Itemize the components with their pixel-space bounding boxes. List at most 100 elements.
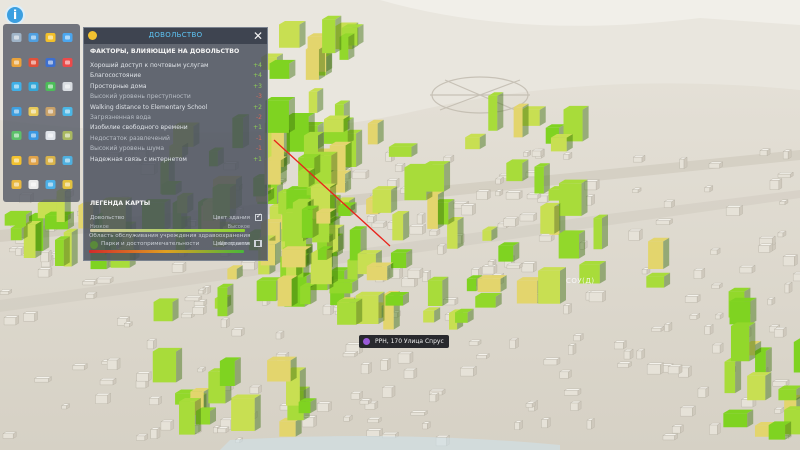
grey-building bbox=[650, 325, 665, 332]
landmark-icon[interactable] bbox=[10, 105, 23, 118]
unique-building-icon[interactable] bbox=[61, 105, 74, 118]
grey-building bbox=[558, 369, 573, 379]
grey-building bbox=[81, 279, 98, 286]
tooltip-text: PPH, 170 Улица Спрус bbox=[375, 338, 444, 345]
grey-building bbox=[14, 246, 25, 256]
grey-building bbox=[708, 422, 722, 435]
grey-building bbox=[506, 262, 524, 269]
happiness-colored-building bbox=[338, 202, 357, 216]
happiness-colored-building bbox=[455, 308, 474, 323]
police-icon[interactable] bbox=[44, 56, 57, 69]
happiness-colored-building bbox=[267, 356, 297, 382]
legend-happiness: Довольство Цвет здания Низкое Высокое bbox=[90, 212, 262, 235]
factor-row: Недостаток развлечений -1 bbox=[90, 135, 262, 145]
happiness-colored-building bbox=[724, 358, 742, 394]
grey-building bbox=[777, 230, 787, 238]
health-icon[interactable] bbox=[61, 56, 74, 69]
grey-building bbox=[782, 254, 799, 267]
area-icon[interactable] bbox=[27, 129, 40, 142]
grey-building bbox=[636, 348, 646, 360]
grey-building bbox=[409, 224, 427, 235]
happiness-icon[interactable] bbox=[10, 154, 23, 167]
grey-building bbox=[562, 303, 573, 315]
legend-happiness-checkbox[interactable] bbox=[255, 212, 262, 221]
grey-building bbox=[526, 192, 542, 200]
factor-row: Загрязненная вода -2 bbox=[90, 114, 262, 124]
population-icon[interactable] bbox=[27, 178, 40, 191]
factor-value: -1 bbox=[256, 145, 262, 153]
grey-building bbox=[160, 419, 175, 431]
happiness-colored-building bbox=[298, 167, 315, 188]
factor-row: Walking distance to Elementary School +2 bbox=[90, 104, 262, 114]
grey-building bbox=[540, 417, 552, 429]
happiness-colored-building bbox=[747, 372, 772, 401]
zoning-icon[interactable] bbox=[27, 31, 40, 44]
tourism-icon[interactable] bbox=[10, 178, 23, 191]
grey-building bbox=[655, 218, 674, 225]
grey-building bbox=[586, 418, 596, 430]
factor-name: Изобилие свободного времени bbox=[90, 124, 188, 132]
parks-icon[interactable] bbox=[44, 80, 57, 93]
grey-building bbox=[0, 289, 13, 295]
grey-building bbox=[148, 396, 163, 406]
traffic-icon[interactable] bbox=[27, 154, 40, 167]
electricity-icon[interactable] bbox=[44, 31, 57, 44]
noise-icon[interactable] bbox=[44, 154, 57, 167]
grey-building bbox=[316, 401, 333, 412]
building-tooltip[interactable]: PPH, 170 Улица Спрус bbox=[359, 335, 449, 348]
road-icon[interactable] bbox=[10, 31, 23, 44]
chart-icon[interactable] bbox=[27, 105, 40, 118]
water-icon[interactable] bbox=[61, 31, 74, 44]
grey-building bbox=[40, 249, 52, 263]
district-icon[interactable] bbox=[10, 129, 23, 142]
fire-icon[interactable] bbox=[27, 56, 40, 69]
legend-service-checkbox[interactable] bbox=[254, 240, 261, 247]
happiness-colored-building bbox=[475, 292, 502, 308]
info-button[interactable]: i bbox=[5, 5, 25, 25]
grey-building bbox=[632, 154, 646, 163]
tools-icon[interactable] bbox=[61, 80, 74, 93]
happiness-colored-building bbox=[730, 322, 756, 362]
grey-building bbox=[569, 400, 582, 411]
education-icon[interactable] bbox=[10, 80, 23, 93]
grey-building bbox=[94, 392, 112, 405]
happiness-colored-building bbox=[367, 119, 384, 145]
grey-building bbox=[792, 271, 800, 282]
panel-header[interactable]: ДОВОЛЬСТВО ✕ bbox=[84, 28, 267, 44]
happiness-colored-building bbox=[322, 15, 342, 54]
grey-building bbox=[703, 185, 714, 193]
terrain-icon[interactable] bbox=[44, 105, 57, 118]
grey-building bbox=[679, 405, 697, 417]
transport-icon[interactable] bbox=[27, 80, 40, 93]
grey-building bbox=[33, 376, 53, 383]
pollution-icon[interactable] bbox=[61, 129, 74, 142]
happiness-colored-building bbox=[392, 210, 410, 241]
grey-building bbox=[342, 351, 359, 358]
happiness-colored-building bbox=[498, 242, 520, 262]
legend-happiness-color-label: Цвет здания bbox=[212, 215, 250, 221]
grey-building bbox=[37, 267, 53, 278]
factor-value: +1 bbox=[253, 124, 262, 132]
happiness-panel: ДОВОЛЬСТВО ✕ ФАКТОРЫ, ВЛИЯЮЩИЕ НА ДОВОЛЬ… bbox=[83, 27, 268, 261]
resource-icon[interactable] bbox=[61, 154, 74, 167]
grey-building bbox=[782, 149, 792, 160]
grey-building bbox=[231, 327, 246, 337]
close-button[interactable]: ✕ bbox=[253, 28, 263, 44]
grey-building bbox=[563, 388, 582, 396]
garbage-icon[interactable] bbox=[10, 56, 23, 69]
grey-building bbox=[2, 431, 17, 439]
wind-icon[interactable] bbox=[44, 129, 57, 142]
grey-building bbox=[381, 385, 396, 398]
grey-building bbox=[663, 199, 676, 209]
happiness-colored-building bbox=[300, 282, 317, 305]
grey-building bbox=[360, 362, 373, 375]
info-view-icon[interactable] bbox=[44, 178, 57, 191]
grey-building bbox=[367, 417, 383, 424]
grey-building bbox=[514, 420, 524, 431]
grey-building bbox=[684, 294, 701, 303]
factor-row: Высокий уровень шума -1 bbox=[90, 145, 262, 155]
grey-building bbox=[459, 365, 478, 377]
grey-building bbox=[468, 339, 482, 346]
grey-building bbox=[521, 261, 538, 273]
budget-icon[interactable] bbox=[61, 178, 74, 191]
